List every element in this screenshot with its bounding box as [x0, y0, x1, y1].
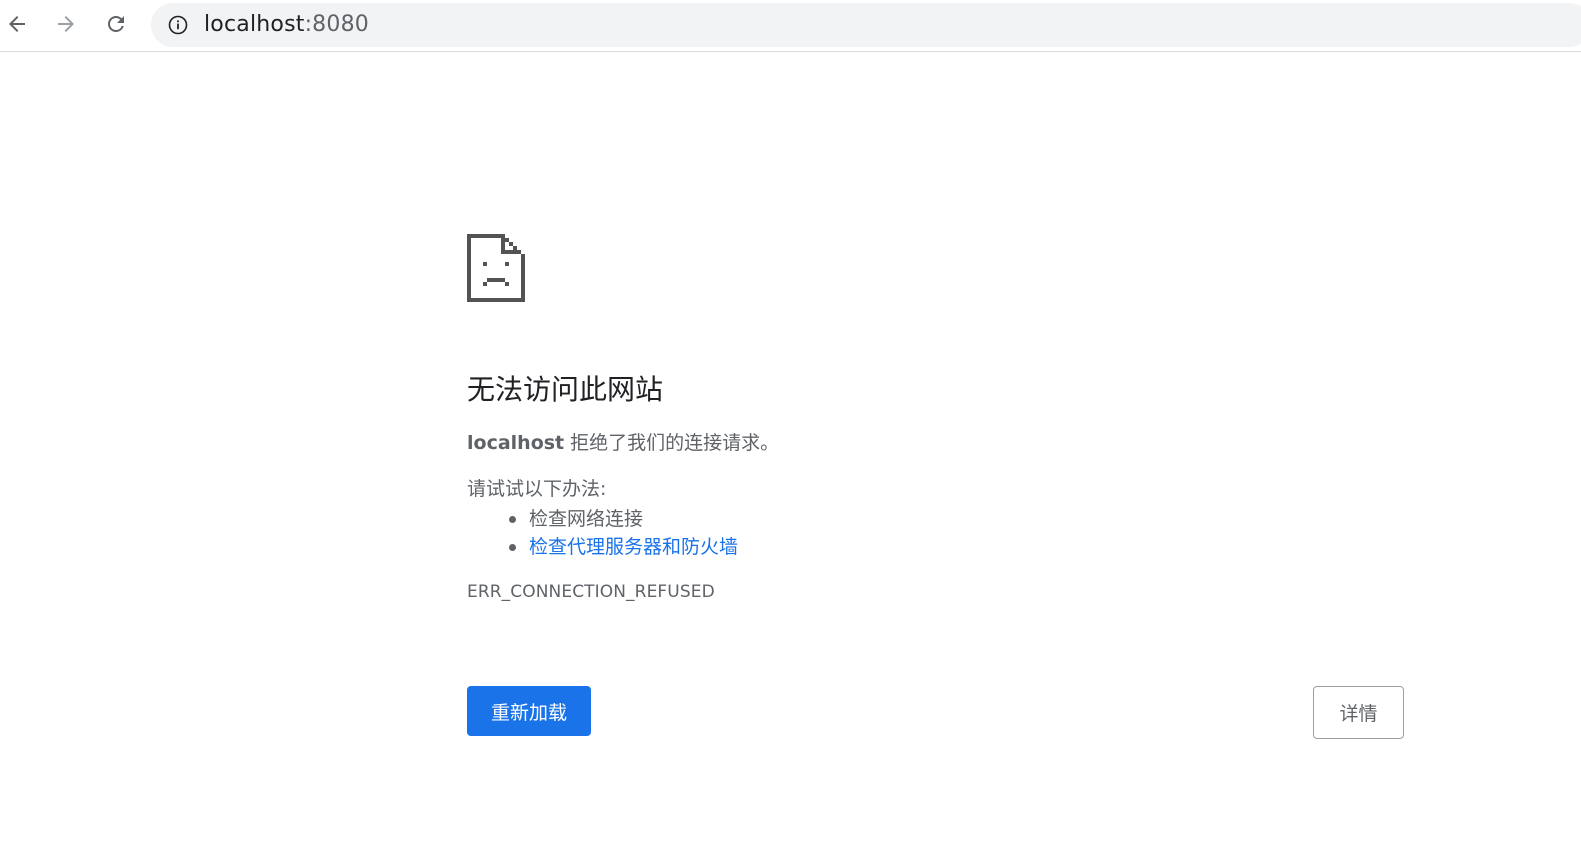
suggestion-list: 检查网络连接 检查代理服务器和防火墙 [507, 505, 738, 561]
address-bar[interactable]: localhost:8080 [151, 3, 1581, 47]
check-proxy-link[interactable]: 检查代理服务器和防火墙 [529, 536, 738, 558]
back-button[interactable] [0, 6, 35, 42]
sad-page-icon [467, 234, 525, 302]
suggestion-check-proxy: 检查代理服务器和防火墙 [507, 533, 738, 561]
url-host: localhost [204, 12, 305, 37]
reload-button[interactable]: 重新加载 [467, 686, 591, 736]
details-button[interactable]: 详情 [1313, 686, 1404, 739]
forward-button[interactable] [48, 6, 84, 42]
arrow-left-icon [9, 16, 25, 32]
error-host: localhost [467, 432, 565, 454]
error-description: localhost 拒绝了我们的连接请求。 [467, 431, 779, 455]
reload-nav-button[interactable] [98, 6, 134, 42]
url-port: :8080 [304, 12, 369, 37]
info-icon[interactable] [168, 15, 188, 35]
try-heading: 请试试以下办法: [467, 478, 607, 500]
error-message: 拒绝了我们的连接请求。 [564, 432, 780, 454]
reload-icon [108, 15, 124, 32]
error-code: ERR_CONNECTION_REFUSED [467, 582, 715, 602]
error-title: 无法访问此网站 [467, 373, 664, 406]
browser-toolbar: localhost:8080 [0, 0, 1581, 52]
arrow-right-icon [58, 16, 74, 32]
url-text[interactable]: localhost:8080 [204, 12, 369, 38]
suggestion-check-network: 检查网络连接 [507, 505, 738, 533]
